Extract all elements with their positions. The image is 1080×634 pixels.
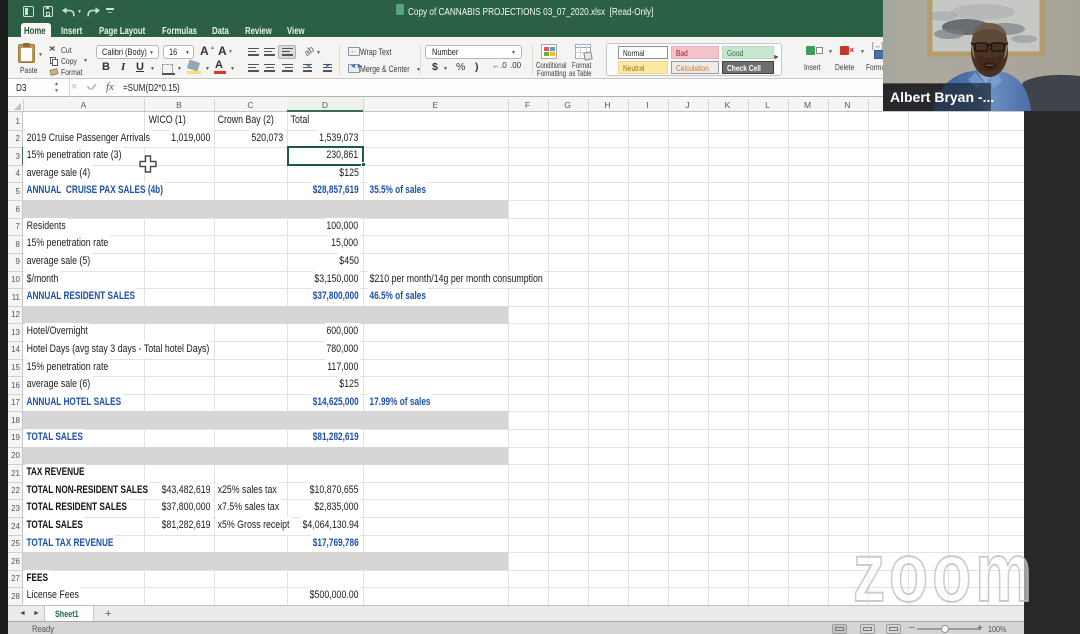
svg-text:Albert Bryan -...: Albert Bryan -... (890, 89, 994, 105)
